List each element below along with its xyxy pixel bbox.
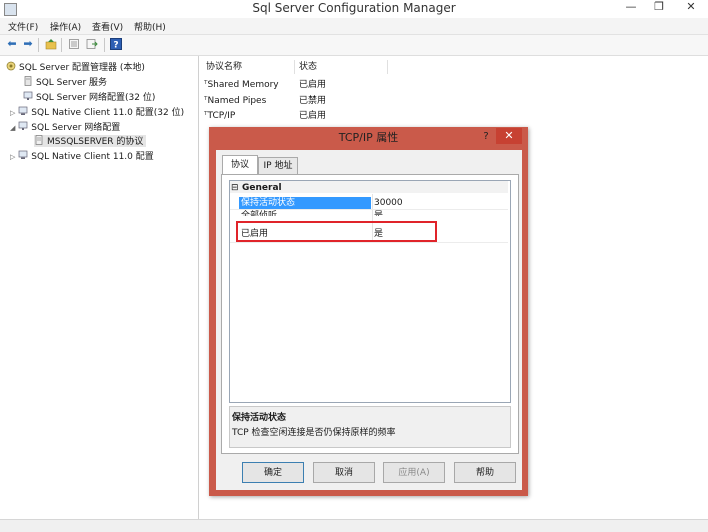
protocols-icon bbox=[34, 135, 44, 145]
network-icon bbox=[18, 121, 28, 131]
help-icon[interactable]: ? bbox=[110, 38, 122, 51]
tree-item-label: SQL Native Client 11.0 配置(32 位) bbox=[31, 108, 185, 118]
restore-button[interactable]: ❐ bbox=[648, 0, 670, 16]
ok-button[interactable]: 确定 bbox=[242, 462, 304, 483]
export-list-icon[interactable] bbox=[86, 38, 98, 50]
help-button[interactable]: 帮助 bbox=[454, 462, 516, 483]
protocol-status: 已禁用 bbox=[299, 96, 327, 106]
tree-item-label: SQL Server 服务 bbox=[36, 78, 108, 88]
apply-button[interactable]: 应用(A) bbox=[383, 462, 445, 483]
dialog-help-button[interactable]: ? bbox=[478, 129, 494, 145]
menu-action[interactable]: 操作(A) bbox=[50, 20, 81, 33]
protocol-name: Shared Memory bbox=[207, 80, 279, 90]
property-name[interactable]: 全部侦听 bbox=[241, 210, 277, 216]
cancel-button[interactable]: 取消 bbox=[313, 462, 375, 483]
toolbar-separator bbox=[38, 38, 39, 52]
description-title: 保持活动状态 bbox=[232, 413, 287, 423]
tree-item-label: SQL Native Client 11.0 配置 bbox=[31, 152, 154, 162]
protocol-status: 已启用 bbox=[299, 111, 327, 121]
network-icon bbox=[23, 91, 33, 101]
tree-item-network[interactable]: ◢ SQL Server 网络配置 bbox=[10, 121, 120, 133]
protocol-name: TCP/IP bbox=[207, 111, 236, 121]
tree-item-label: MSSQLSERVER 的协议 bbox=[47, 137, 144, 147]
dialog-close-button[interactable]: ✕ bbox=[496, 128, 522, 144]
toolbar-separator bbox=[104, 38, 105, 52]
tree-root-label: SQL Server 配置管理器 (本地) bbox=[19, 63, 145, 73]
collapse-arrow-icon[interactable]: ◢ bbox=[10, 124, 15, 132]
svg-text:?: ? bbox=[113, 41, 118, 51]
close-button[interactable]: ✕ bbox=[680, 0, 702, 16]
property-value[interactable]: 是 bbox=[374, 210, 383, 216]
menu-view[interactable]: 查看(V) bbox=[92, 20, 123, 33]
tree-item-label: SQL Server 网络配置(32 位) bbox=[36, 93, 156, 103]
protocol-status: 已启用 bbox=[299, 80, 327, 90]
menu-help[interactable]: 帮助(H) bbox=[134, 20, 166, 33]
property-value[interactable]: 30000 bbox=[374, 197, 403, 209]
toolbar bbox=[0, 35, 708, 56]
table-row[interactable]: ᵀTCP/IP bbox=[204, 110, 235, 122]
tree-item-native-client[interactable]: ▷ SQL Native Client 11.0 配置 bbox=[10, 150, 154, 162]
section-collapse-icon[interactable]: ⊟ bbox=[231, 182, 239, 194]
client-icon bbox=[18, 150, 28, 160]
grid-divider bbox=[230, 242, 508, 243]
expand-arrow-icon[interactable]: ▷ bbox=[10, 109, 15, 117]
description-text: TCP 检查空闲连接是否仍保持原样的频率 bbox=[232, 428, 396, 438]
up-folder-icon[interactable] bbox=[45, 38, 57, 50]
section-label: General bbox=[242, 183, 282, 193]
annotation-highlight-box bbox=[236, 221, 437, 242]
grid-divider bbox=[230, 209, 508, 210]
protocol-name: Named Pipes bbox=[207, 96, 267, 106]
status-bar bbox=[0, 519, 708, 532]
client-icon bbox=[18, 106, 28, 116]
config-manager-icon bbox=[6, 61, 16, 71]
tree-item-services[interactable]: SQL Server 服务 bbox=[23, 76, 107, 88]
table-row[interactable]: ᵀNamed Pipes bbox=[204, 95, 266, 107]
tab-protocol[interactable]: 协议 bbox=[222, 155, 258, 175]
menu-file[interactable]: 文件(F) bbox=[8, 20, 38, 33]
column-header-protocol[interactable]: 协议名称 bbox=[206, 60, 295, 74]
tree-item-label: SQL Server 网络配置 bbox=[31, 123, 121, 133]
table-row[interactable]: ᵀShared Memory bbox=[204, 79, 279, 91]
toolbar-separator bbox=[61, 38, 62, 52]
forward-arrow-icon[interactable]: ➡ bbox=[22, 38, 34, 50]
window-title: Sql Server Configuration Manager bbox=[252, 1, 456, 15]
server-icon bbox=[23, 76, 33, 86]
expand-arrow-icon[interactable]: ▷ bbox=[10, 153, 15, 161]
tree-item-native-client-32[interactable]: ▷ SQL Native Client 11.0 配置(32 位) bbox=[10, 106, 184, 118]
tree-item-mssqlserver-protocols[interactable]: MSSQLSERVER 的协议 bbox=[34, 135, 147, 147]
tree-item-network-32[interactable]: SQL Server 网络配置(32 位) bbox=[23, 91, 155, 103]
properties-icon[interactable] bbox=[68, 38, 80, 50]
tab-ip-address[interactable]: IP 地址 bbox=[258, 157, 298, 175]
tree-root[interactable]: SQL Server 配置管理器 (本地) bbox=[6, 61, 145, 73]
column-header-status[interactable]: 状态 bbox=[299, 60, 388, 74]
back-arrow-icon[interactable]: ⬅ bbox=[6, 38, 18, 50]
minimize-button[interactable]: — bbox=[620, 0, 642, 16]
property-name-selected[interactable]: 保持活动状态 bbox=[239, 197, 371, 209]
